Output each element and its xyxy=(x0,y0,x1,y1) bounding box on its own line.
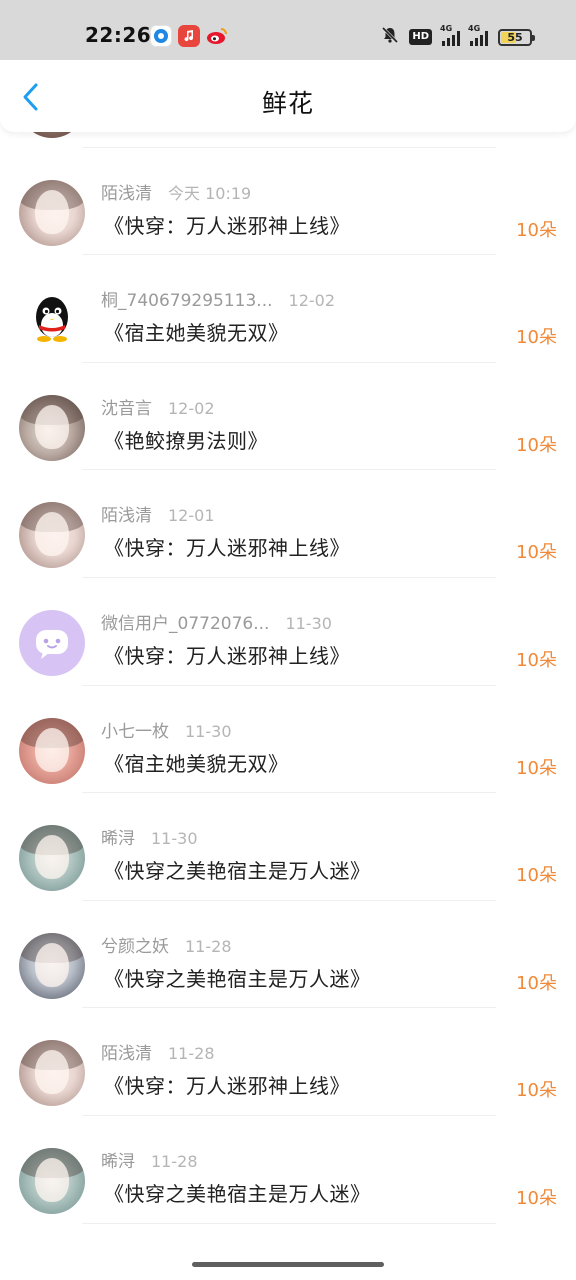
book-title[interactable]: 《快穿：万人迷邪神上线》 xyxy=(104,532,350,561)
avatar[interactable] xyxy=(19,1040,85,1107)
timestamp: 11-30 xyxy=(285,613,332,633)
list-item[interactable]: 晞浔 11-28 《快穿之美艳宿主是万人迷》 10朵 xyxy=(0,1116,576,1224)
avatar-face xyxy=(35,404,69,449)
book-title[interactable]: 《快穿：万人迷邪神上线》 xyxy=(104,210,350,239)
book-title[interactable]: 《快穿：万人迷邪神上线》 xyxy=(104,640,350,669)
book-title[interactable]: 《快穿：万人迷邪神上线》 xyxy=(104,1070,350,1099)
list-item[interactable]: 兮颜之妖 11-28 《快穿之美艳宿主是万人迷》 10朵 xyxy=(0,901,576,1009)
list-item[interactable]: 小七一枚 11-30 《宿主她美貌无双》 10朵 xyxy=(0,686,576,794)
row-meta: 晞浔 11-30 xyxy=(101,824,198,849)
avatar-face xyxy=(35,189,69,234)
timestamp: 11-28 xyxy=(185,936,232,956)
divider xyxy=(82,1222,496,1224)
book-title[interactable]: 《快穿之美艳宿主是万人迷》 xyxy=(104,963,371,992)
flower-count: 10朵 xyxy=(516,972,557,994)
qq-penguin-icon xyxy=(36,297,68,343)
flower-count: 10朵 xyxy=(516,327,557,349)
avatar-face xyxy=(35,512,69,557)
flower-count: 10朵 xyxy=(516,1187,557,1209)
timestamp: 12-02 xyxy=(168,398,215,418)
list-item[interactable]: 微信用户_0772076... 11-30 《快穿：万人迷邪神上线》 10朵 xyxy=(0,578,576,686)
username[interactable]: 陌浅清 xyxy=(101,179,152,204)
list-item[interactable]: 陌浅清 12-01 《快穿：万人迷邪神上线》 10朵 xyxy=(0,470,576,578)
flower-count: 10朵 xyxy=(516,542,557,564)
flower-count: 10朵 xyxy=(516,649,557,671)
row-meta: 陌浅清 11-28 xyxy=(101,1039,215,1064)
nav-header: 鲜花 xyxy=(0,60,576,132)
row-meta: 陌浅清 12-01 xyxy=(101,501,215,526)
book-title[interactable]: 《宿主她美貌无双》 xyxy=(104,317,289,346)
avatar[interactable] xyxy=(19,502,85,569)
row-meta: 兮颜之妖 11-28 xyxy=(101,932,232,957)
book-title[interactable]: 《快穿之美艳宿主是万人迷》 xyxy=(104,1178,371,1207)
avatar[interactable] xyxy=(19,179,85,246)
username[interactable]: 兮颜之妖 xyxy=(101,932,169,957)
page-title: 鲜花 xyxy=(261,89,314,118)
timestamp: 12-01 xyxy=(168,506,215,526)
avatar-face xyxy=(35,942,69,987)
row-meta: 桐_740679295113... 12-02 xyxy=(101,286,335,311)
wechat-default-avatar-icon xyxy=(36,629,68,659)
avatar-face xyxy=(35,1050,69,1095)
avatar-face xyxy=(35,727,69,772)
username[interactable]: 晞浔 xyxy=(101,1147,135,1172)
avatar[interactable] xyxy=(19,932,85,999)
list-item[interactable]: 陌浅清 今天 10:19 《快穿：万人迷邪神上线》 10朵 xyxy=(0,148,576,256)
avatar-face xyxy=(35,835,69,880)
home-indicator[interactable] xyxy=(192,1262,384,1267)
row-meta: 小七一枚 11-30 xyxy=(101,717,232,742)
flower-gift-list: 《艳鲛撩男法则》10朵陌浅清今天 10:19《快穿：万人迷邪神上线》10朵桐_7… xyxy=(0,72,576,1224)
timestamp: 11-30 xyxy=(151,829,198,849)
avatar[interactable] xyxy=(19,394,85,461)
flower-count: 10朵 xyxy=(516,1080,557,1102)
timestamp: 今天 10:19 xyxy=(168,183,252,203)
avatar[interactable] xyxy=(19,825,85,892)
username[interactable]: 桐_740679295113... xyxy=(101,286,273,311)
list-item[interactable]: 晞浔 11-30 《快穿之美艳宿主是万人迷》 10朵 xyxy=(0,793,576,901)
username[interactable]: 沈音言 xyxy=(101,394,152,419)
username[interactable]: 陌浅清 xyxy=(101,1039,152,1064)
list-item[interactable]: 沈音言 12-02 《艳鲛撩男法则》 10朵 xyxy=(0,363,576,471)
avatar[interactable] xyxy=(19,717,85,784)
avatar[interactable] xyxy=(19,287,85,354)
row-meta: 晞浔 11-28 xyxy=(101,1147,198,1172)
username[interactable]: 小七一枚 xyxy=(101,717,169,742)
flower-count: 10朵 xyxy=(516,219,557,241)
row-meta: 沈音言 12-02 xyxy=(101,394,215,419)
book-title[interactable]: 《快穿之美艳宿主是万人迷》 xyxy=(104,855,371,884)
flower-count: 10朵 xyxy=(516,865,557,887)
row-meta: 微信用户_0772076... 11-30 xyxy=(101,609,332,634)
book-title[interactable]: 《艳鲛撩男法则》 xyxy=(104,425,268,454)
avatar-face xyxy=(35,1157,69,1202)
timestamp: 11-28 xyxy=(151,1151,198,1171)
timestamp: 11-28 xyxy=(168,1044,215,1064)
username[interactable]: 微信用户_0772076... xyxy=(101,609,269,634)
list-item[interactable]: 桐_740679295113... 12-02 《宿主她美貌无双》 10朵 xyxy=(0,255,576,363)
book-title[interactable]: 《宿主她美貌无双》 xyxy=(104,748,289,777)
row-meta: 陌浅清 今天 10:19 xyxy=(101,179,251,204)
timestamp: 11-30 xyxy=(185,721,232,741)
timestamp: 12-02 xyxy=(288,291,336,311)
flower-count: 10朵 xyxy=(516,757,557,779)
username[interactable]: 陌浅清 xyxy=(101,501,152,526)
avatar[interactable] xyxy=(19,1147,85,1214)
list-item[interactable]: 陌浅清 11-28 《快穿：万人迷邪神上线》 10朵 xyxy=(0,1008,576,1116)
avatar[interactable] xyxy=(19,609,85,676)
username[interactable]: 晞浔 xyxy=(101,824,135,849)
flower-count: 10朵 xyxy=(516,434,557,456)
